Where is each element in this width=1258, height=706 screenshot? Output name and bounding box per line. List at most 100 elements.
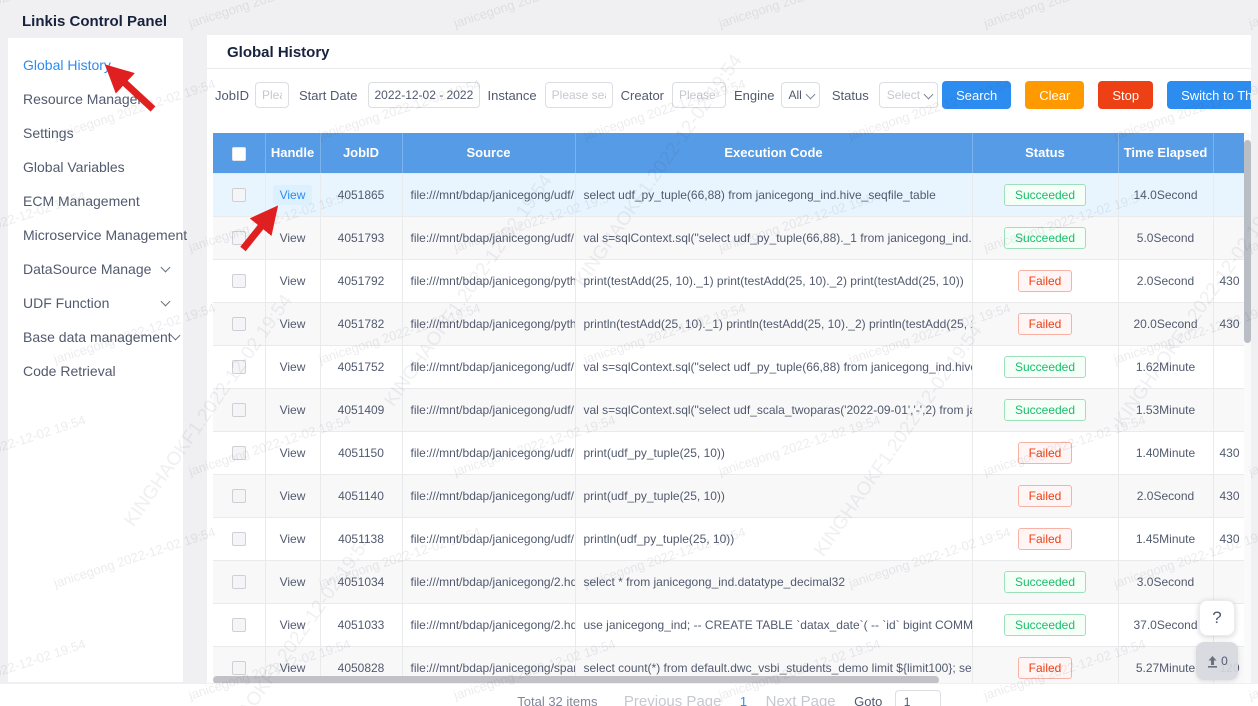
sidebar-item[interactable]: UDF Function xyxy=(8,286,183,320)
status-label: Status xyxy=(832,88,869,103)
view-link[interactable]: View xyxy=(280,403,306,417)
row-checkbox[interactable] xyxy=(232,231,246,245)
view-link[interactable]: View xyxy=(280,446,306,460)
row-checkbox[interactable] xyxy=(232,403,246,417)
sidebar-item[interactable]: Resource Manager xyxy=(8,82,183,116)
horizontal-scrollbar-thumb[interactable] xyxy=(213,676,939,683)
source-cell: file:///mnt/bdap/janicegong/udf/... xyxy=(402,388,575,431)
sidebar-item[interactable]: Code Retrieval xyxy=(8,354,183,388)
error-code-cell xyxy=(1213,216,1245,259)
stop-button[interactable]: Stop xyxy=(1098,81,1153,109)
row-checkbox[interactable] xyxy=(232,661,246,675)
jobid-cell: 4051140 xyxy=(320,474,402,517)
status-cell: Succeeded xyxy=(972,388,1118,431)
engine-select[interactable]: All xyxy=(781,82,820,108)
sidebar-item-label: Global History xyxy=(23,57,111,73)
row-select-cell xyxy=(213,259,265,302)
status-cell: Failed xyxy=(972,646,1118,683)
source-cell: file:///mnt/bdap/janicegong/udf/... xyxy=(402,431,575,474)
view-link[interactable]: View xyxy=(280,618,306,632)
execution-code-cell: val s=sqlContext.sql("select udf_py_tupl… xyxy=(575,345,972,388)
instance-input[interactable] xyxy=(545,82,613,108)
source-cell: file:///mnt/bdap/janicegong/udf/... xyxy=(402,345,575,388)
vertical-scrollbar-thumb[interactable] xyxy=(1244,140,1251,343)
view-link[interactable]: View xyxy=(280,231,306,245)
row-select-cell xyxy=(213,216,265,259)
status-badge: Failed xyxy=(1018,528,1073,550)
view-link[interactable]: View xyxy=(280,317,306,331)
row-select-cell xyxy=(213,388,265,431)
status-cell: Failed xyxy=(972,474,1118,517)
jobid-cell: 4051752 xyxy=(320,345,402,388)
status-badge: Succeeded xyxy=(1004,184,1086,206)
pagination: Total 32 items Previous Page 1 Next Page… xyxy=(207,690,1251,706)
goto-label: Goto xyxy=(854,694,882,706)
row-checkbox[interactable] xyxy=(232,446,246,460)
source-cell: file:///mnt/bdap/janicegong/udf/... xyxy=(402,216,575,259)
row-select-cell xyxy=(213,345,265,388)
engine-select-value: All xyxy=(789,88,802,102)
header-handle: Handle xyxy=(265,133,320,173)
status-select[interactable]: Select xyxy=(879,82,938,108)
previous-page-button[interactable]: Previous Page xyxy=(624,693,722,706)
source-cell: file:///mnt/bdap/janicegong/pyth... xyxy=(402,259,575,302)
current-page-number[interactable]: 1 xyxy=(740,694,747,706)
view-link[interactable]: View xyxy=(280,575,306,589)
header-error xyxy=(1213,133,1245,173)
row-checkbox[interactable] xyxy=(232,317,246,331)
jobid-cell: 4051793 xyxy=(320,216,402,259)
time-elapsed-cell: 1.45Minute xyxy=(1118,517,1213,560)
filter-bar: JobID Start Date Instance Creator Engine… xyxy=(215,80,1245,110)
switch-admin-view-button[interactable]: Switch to The Admin View xyxy=(1167,81,1251,109)
chevron-down-icon xyxy=(172,336,179,339)
next-page-button[interactable]: Next Page xyxy=(766,693,836,706)
row-checkbox[interactable] xyxy=(232,489,246,503)
jobid-input[interactable] xyxy=(255,82,289,108)
creator-input[interactable] xyxy=(672,82,726,108)
row-checkbox[interactable] xyxy=(232,188,246,202)
sidebar-item[interactable]: DataSource Manage xyxy=(8,252,183,286)
row-checkbox[interactable] xyxy=(232,274,246,288)
source-cell: file:///mnt/bdap/janicegong/pyth... xyxy=(402,302,575,345)
chevron-down-icon xyxy=(162,268,169,271)
sidebar-item-label: Resource Manager xyxy=(23,91,142,107)
back-to-top-button[interactable]: 0 xyxy=(1196,642,1238,680)
source-cell: file:///mnt/bdap/janicegong/udf/... xyxy=(402,474,575,517)
view-link[interactable]: View xyxy=(280,661,306,675)
handle-cell: View xyxy=(265,216,320,259)
row-checkbox[interactable] xyxy=(232,360,246,374)
date-range-input[interactable] xyxy=(368,82,480,108)
sidebar-item[interactable]: ECM Management xyxy=(8,184,183,218)
app-title: Linkis Control Panel xyxy=(22,13,167,30)
view-link[interactable]: View xyxy=(280,489,306,503)
handle-cell: View xyxy=(265,302,320,345)
jobid-cell: 4051782 xyxy=(320,302,402,345)
sidebar-item[interactable]: Settings xyxy=(8,116,183,150)
sidebar-item-label: Base data management xyxy=(23,329,172,345)
search-button[interactable]: Search xyxy=(942,81,1011,109)
row-checkbox[interactable] xyxy=(232,575,246,589)
table-row: View 4051782 file:///mnt/bdap/janicegong… xyxy=(213,302,1245,345)
error-code-cell: 430 xyxy=(1213,302,1245,345)
clear-button[interactable]: Clear xyxy=(1025,81,1084,109)
select-all-checkbox[interactable] xyxy=(232,147,246,161)
sidebar-item[interactable]: Global History xyxy=(8,48,183,82)
status-badge: Succeeded xyxy=(1004,614,1086,636)
sidebar-item[interactable]: Microservice Management xyxy=(8,218,183,252)
help-button[interactable]: ? xyxy=(1199,600,1235,636)
sidebar-item[interactable]: Base data management xyxy=(8,320,183,354)
row-checkbox[interactable] xyxy=(232,532,246,546)
status-badge: Failed xyxy=(1018,270,1073,292)
row-checkbox[interactable] xyxy=(232,618,246,632)
sidebar-item-label: ECM Management xyxy=(23,193,140,209)
execution-code-cell: use janicegong_ind; -- CREATE TABLE `dat… xyxy=(575,603,972,646)
handle-cell: View xyxy=(265,431,320,474)
status-badge: Succeeded xyxy=(1004,356,1086,378)
view-link[interactable]: View xyxy=(280,360,306,374)
view-link[interactable]: View xyxy=(280,532,306,546)
view-link[interactable]: View xyxy=(273,185,313,205)
engine-label: Engine xyxy=(734,88,774,103)
sidebar-item[interactable]: Global Variables xyxy=(8,150,183,184)
goto-page-input[interactable] xyxy=(895,690,941,706)
view-link[interactable]: View xyxy=(280,274,306,288)
